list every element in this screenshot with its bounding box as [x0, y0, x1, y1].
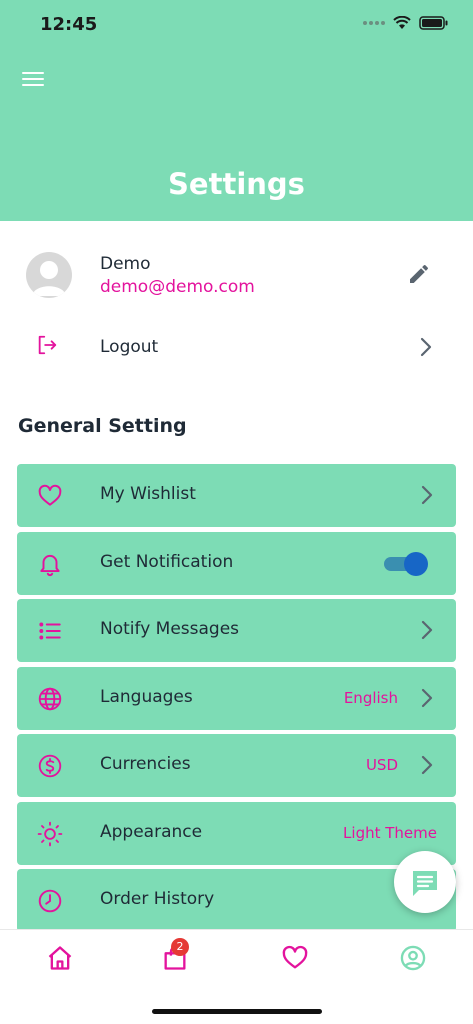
profile-name: Demo — [100, 254, 151, 274]
heart-icon — [282, 945, 308, 969]
notify-messages-item[interactable]: Notify Messages — [17, 599, 456, 662]
clock-icon — [38, 889, 62, 913]
toggle-knob — [404, 551, 428, 576]
appearance-value: Light Theme — [343, 823, 437, 842]
globe-icon — [38, 687, 62, 710]
list-icon — [39, 622, 61, 640]
heart-icon — [38, 484, 62, 506]
profile-card: Demo demo@demo.com — [0, 244, 473, 304]
signal-icon — [363, 21, 385, 25]
profile-email: demo@demo.com — [100, 277, 255, 297]
home-indicator — [152, 1009, 322, 1014]
currencies-label: Currencies — [100, 754, 191, 774]
wishlist-item[interactable]: My Wishlist — [17, 464, 456, 527]
chat-icon — [413, 871, 437, 896]
page-title: Settings — [168, 167, 305, 201]
edit-profile-button[interactable] — [407, 262, 433, 288]
notification-item: Get Notification — [17, 531, 456, 595]
pencil-icon — [410, 265, 428, 283]
logout-icon — [38, 335, 57, 355]
notify-messages-label: Notify Messages — [100, 619, 240, 639]
order-history-label: Order History — [100, 889, 215, 909]
languages-label: Languages — [100, 686, 193, 707]
chevron-right-icon — [421, 620, 433, 640]
currencies-item[interactable]: Currencies USD — [17, 734, 456, 797]
languages-item[interactable]: Languages English — [17, 666, 456, 730]
tab-cart[interactable]: 2 — [161, 938, 189, 972]
dollar-icon — [38, 754, 62, 778]
chat-button[interactable] — [394, 851, 456, 913]
logout-button[interactable]: Logout — [0, 326, 473, 370]
wishlist-label: My Wishlist — [100, 484, 196, 504]
bell-icon — [40, 554, 60, 576]
sun-icon — [37, 821, 63, 846]
status-time: 12:45 — [40, 14, 98, 35]
chevron-right-icon — [420, 337, 432, 357]
chevron-right-icon — [421, 688, 433, 707]
tab-wishlist[interactable] — [281, 944, 309, 972]
section-title: General Setting — [18, 415, 187, 437]
currencies-value: USD — [365, 756, 398, 774]
languages-value: English — [343, 688, 398, 707]
avatar — [26, 252, 72, 298]
tab-profile[interactable] — [399, 944, 427, 972]
user-icon — [400, 945, 426, 971]
battery-icon — [419, 16, 448, 30]
tab-home[interactable] — [46, 944, 74, 972]
header: 12:45 Settings — [0, 0, 473, 221]
logout-label: Logout — [100, 337, 159, 357]
settings-list: My Wishlist Get Notification Notify Mess… — [17, 464, 456, 937]
menu-icon[interactable] — [22, 72, 44, 92]
notification-label: Get Notification — [100, 551, 234, 572]
chevron-right-icon — [421, 485, 433, 505]
home-icon — [48, 946, 72, 970]
status-icons — [363, 16, 449, 30]
chevron-right-icon — [421, 755, 433, 775]
appearance-label: Appearance — [100, 821, 203, 842]
wifi-icon — [393, 16, 411, 29]
order-history-item[interactable]: Order History — [17, 869, 456, 932]
appearance-item[interactable]: Appearance Light Theme — [17, 801, 456, 865]
cart-badge: 2 — [171, 938, 189, 956]
notification-toggle[interactable] — [384, 551, 428, 576]
